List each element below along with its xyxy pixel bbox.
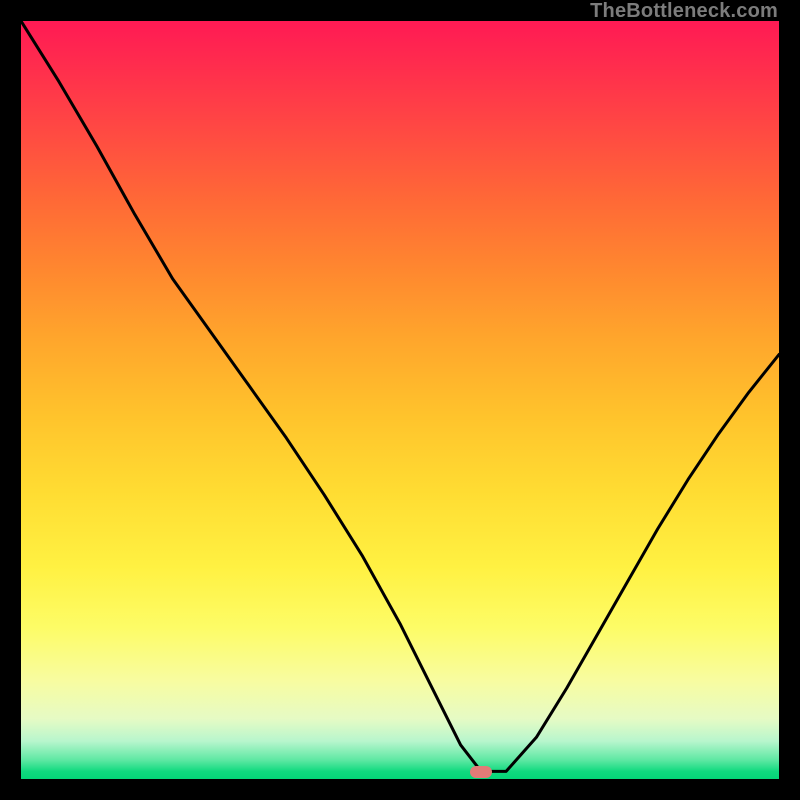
watermark-text: TheBottleneck.com [590, 0, 778, 23]
bottleneck-curve [21, 21, 779, 779]
gradient-plot-area [21, 21, 779, 779]
optimal-marker [470, 766, 492, 778]
chart-container: TheBottleneck.com [0, 0, 800, 800]
curve-path [21, 21, 779, 771]
